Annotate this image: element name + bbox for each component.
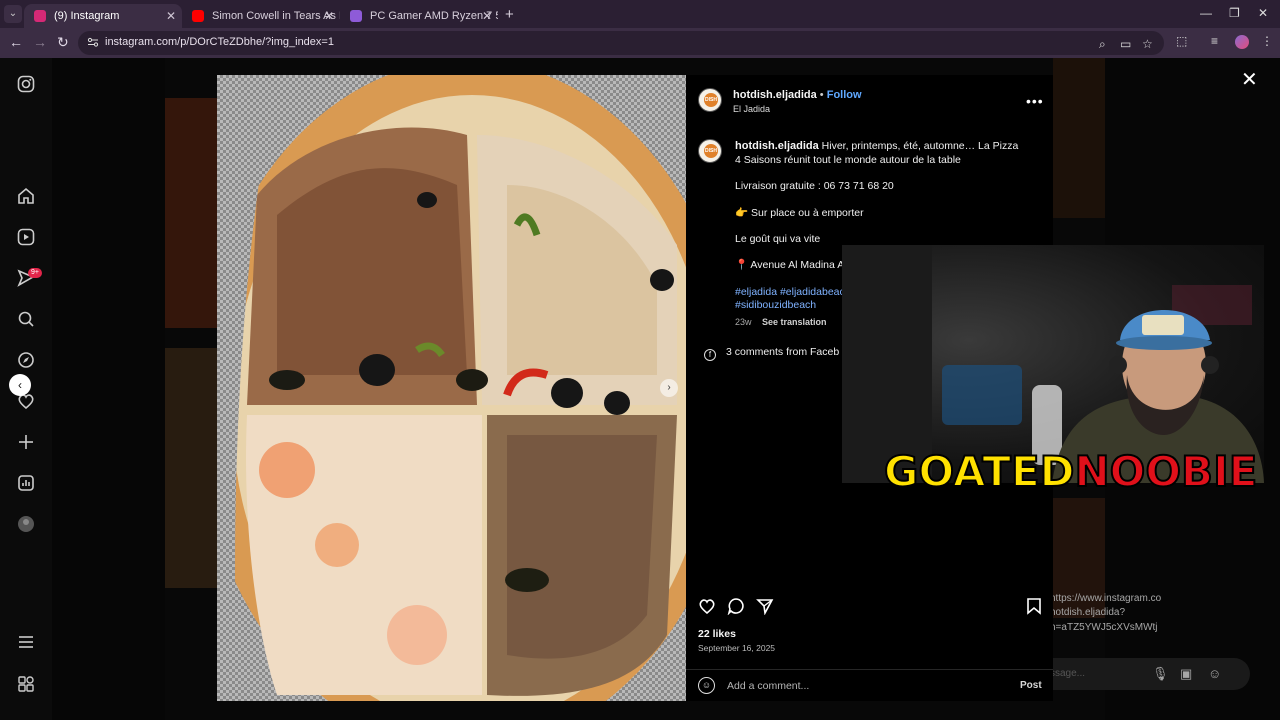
previous-post-icon[interactable]: ‹ (9, 374, 31, 396)
pizza-photo (217, 75, 686, 701)
tab-search-button[interactable]: ⌄ (4, 5, 22, 23)
link-preview-text: hotdish.eljadida? (1050, 607, 1126, 618)
username-link[interactable]: hotdish.eljadida (733, 89, 817, 101)
window-close-icon[interactable]: ✕ (1258, 6, 1268, 20)
post-meta: 23w See translation (735, 317, 827, 327)
post-date: September 16, 2025 (698, 643, 776, 653)
close-tab-icon[interactable]: ✕ (166, 6, 176, 26)
extensions-icon[interactable]: ⬚ (1176, 34, 1187, 48)
address-bar[interactable]: instagram.com/p/DOrCTeZDbhe/?img_index=1… (78, 31, 1164, 55)
avatar-logo: DISH (704, 144, 718, 158)
more-options-icon[interactable]: ••• (1026, 93, 1044, 109)
more-apps-icon[interactable] (16, 674, 36, 694)
likes-count[interactable]: 22 likes (698, 628, 736, 640)
notification-count-badge: 9+ (28, 268, 42, 278)
profile-avatar[interactable] (1235, 35, 1249, 49)
link-preview-text: https://www.instagram.co (1050, 593, 1162, 604)
logo-part-goated: GOATED (883, 446, 1075, 497)
post-age: 23w (735, 317, 752, 327)
new-tab-button[interactable]: + (505, 6, 514, 23)
caption-text: hotdish.eljadida Hiver, printemps, été, … (735, 139, 1025, 167)
cast-icon[interactable]: ▭ (1120, 37, 1131, 51)
menu-icon[interactable] (16, 632, 36, 652)
caption-avatar[interactable]: DISH (698, 139, 722, 163)
tab-title: PC Gamer AMD Ryzen 7 5700X (370, 10, 498, 22)
post-header: hotdish.eljadida • Follow (733, 89, 862, 101)
youtube-favicon-icon (192, 10, 204, 22)
next-image-icon[interactable]: › (660, 379, 678, 397)
dashboard-icon[interactable] (16, 473, 36, 493)
url-text: instagram.com/p/DOrCTeZDbhe/?img_index=1 (105, 36, 334, 48)
share-icon[interactable] (756, 597, 774, 620)
like-heart-icon[interactable] (698, 597, 716, 620)
back-icon[interactable]: ← (9, 34, 23, 50)
post-actions (698, 597, 1044, 617)
avatar-logo: DISH (704, 93, 718, 107)
image-icon[interactable]: ▣ (1180, 666, 1192, 682)
instagram-logo-icon[interactable] (16, 74, 36, 94)
streamer-logo: GOATEDNOOBIE (883, 446, 1259, 497)
post-image[interactable] (217, 75, 686, 701)
poster-avatar[interactable]: DISH (698, 88, 722, 112)
browser-toolbar: ← → ↻ instagram.com/p/DOrCTeZDbhe/?img_i… (0, 28, 1280, 58)
explore-icon[interactable] (16, 350, 36, 370)
caption-taste: Le goût qui va vite (735, 233, 821, 245)
post-comment-button[interactable]: Post (1020, 680, 1042, 691)
bookmark-star-icon[interactable]: ☆ (1142, 37, 1153, 51)
create-icon[interactable] (16, 432, 36, 452)
caption-onsite: 👉 Sur place ou à emporter (735, 207, 864, 219)
tab-instagram[interactable]: (9) Instagram ✕ (24, 4, 182, 28)
profile-icon[interactable] (16, 514, 36, 534)
caption-username[interactable]: hotdish.eljadida (735, 140, 819, 152)
close-modal-icon[interactable]: ✕ (1241, 67, 1258, 92)
tab-title: Simon Cowell in Tears As Micha (212, 10, 340, 22)
microphone-icon[interactable]: 🎙 (1152, 666, 1169, 682)
save-bookmark-icon[interactable] (1026, 597, 1042, 620)
caption-delivery: Livraison gratuite : 06 73 71 68 20 (735, 180, 894, 192)
tab-pc-gamer[interactable]: PC Gamer AMD Ryzen 7 5700X ✕ (340, 4, 498, 28)
forward-icon[interactable]: → (33, 34, 47, 50)
emoji-icon[interactable]: ☺ (698, 677, 715, 694)
home-icon[interactable] (16, 186, 36, 206)
close-tab-icon[interactable]: ✕ (324, 6, 334, 26)
facebook-comments-row[interactable]: f 3 comments from Faceb (704, 346, 839, 361)
location-link[interactable]: El Jadida (733, 104, 770, 114)
tab-youtube[interactable]: Simon Cowell in Tears As Micha ✕ (182, 4, 340, 28)
shop-favicon-icon (350, 10, 362, 22)
browser-tab-bar: ⌄ (9) Instagram ✕ Simon Cowell in Tears … (0, 0, 1280, 28)
instagram-favicon-icon (34, 10, 46, 22)
minimize-icon[interactable]: — (1200, 6, 1212, 20)
link-preview-text: h=aTZ5YWJ5cXVsMWtj (1050, 622, 1158, 633)
reels-icon[interactable] (16, 227, 36, 247)
add-comment-row: ☺ Post (686, 669, 1053, 701)
restore-icon[interactable]: ❐ (1229, 6, 1240, 20)
close-tab-icon[interactable]: ✕ (482, 6, 492, 26)
reload-icon[interactable]: ↻ (57, 34, 69, 51)
site-info-icon[interactable] (87, 36, 99, 48)
sticker-icon[interactable]: ☺ (1208, 666, 1221, 681)
logo-part-noobie: NOOBIE (1074, 446, 1259, 497)
facebook-comments-label: 3 comments from Faceb (726, 346, 840, 358)
search-icon[interactable] (16, 309, 36, 329)
tab-title: (9) Instagram (54, 10, 120, 22)
message-placeholder: ssage... (1050, 668, 1086, 679)
facebook-icon: f (704, 349, 716, 361)
browser-menu-icon[interactable]: ⋮ (1261, 34, 1273, 48)
zoom-icon[interactable]: ⌕ (1099, 37, 1106, 52)
comment-icon[interactable] (727, 597, 745, 620)
media-controls-icon[interactable]: ≡ (1211, 34, 1218, 48)
follow-button[interactable]: Follow (827, 89, 862, 101)
see-translation-button[interactable]: See translation (762, 317, 827, 327)
comment-input[interactable] (727, 677, 1007, 695)
message-input-bar[interactable]: ssage... 🎙 ▣ ☺ (1020, 658, 1250, 690)
